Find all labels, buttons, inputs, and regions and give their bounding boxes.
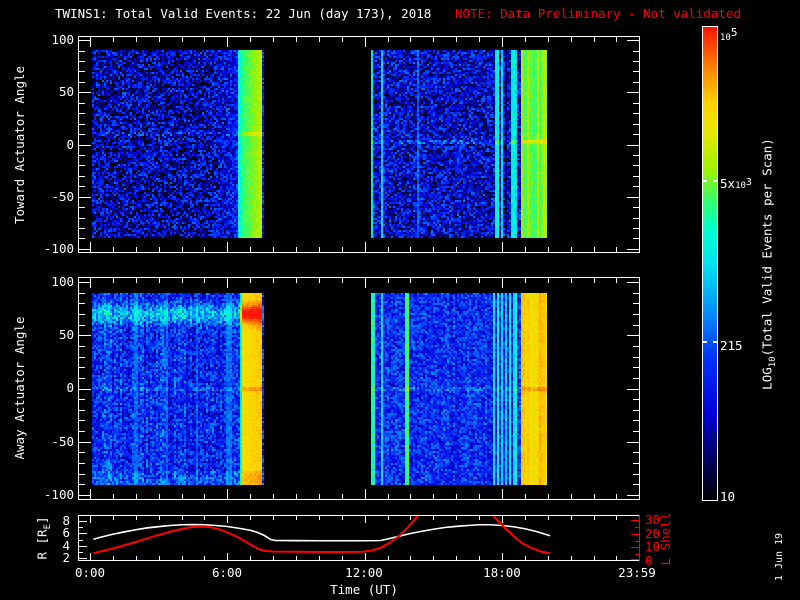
- toward-ytick-0: 0: [66, 137, 74, 152]
- toward-ytick-m100: -100: [43, 241, 74, 256]
- xtick-1200: 12:00: [345, 565, 383, 580]
- date-stamp: 1 Jun 19: [774, 532, 785, 582]
- l-shell-axis-label: L Shell: [658, 512, 673, 566]
- away-ytick-100: 100: [51, 274, 74, 289]
- colorbar: [702, 26, 718, 501]
- away-ytick-m50: -50: [51, 434, 74, 449]
- away-ytick-50: 50: [58, 327, 74, 342]
- xtick-0000: 0:00: [74, 565, 106, 580]
- r-axis-label: R [RE]: [34, 516, 53, 560]
- orbit-line-panel: [78, 515, 640, 561]
- xtick-1800: 18:00: [483, 565, 521, 580]
- plot-area: { "title": "TWINS1: Total Valid Events: …: [0, 0, 800, 600]
- colorbar-tick-1e5: 105: [720, 26, 738, 43]
- away-ytick-0: 0: [66, 380, 74, 395]
- colorbar-tick-215: 215: [720, 338, 743, 353]
- away-ytick-m100: -100: [43, 487, 74, 502]
- colorbar-tick-10: 10: [720, 489, 736, 504]
- toward-ytick-50: 50: [58, 84, 74, 99]
- xtick-2359: 23:59: [618, 565, 656, 580]
- toward-ytick-m50: -50: [51, 189, 74, 204]
- colorbar-tick-5e3: 5x103: [720, 176, 752, 192]
- toward-y-axis-label: Toward Actuator Angle: [12, 65, 27, 225]
- x-axis-label: Time (UT): [330, 582, 398, 597]
- colorbar-title: LOG10(Total Valid Events per Scan): [759, 138, 778, 390]
- preliminary-note: NOTE: Data Preliminary - Not validated: [455, 6, 741, 21]
- away-y-axis-label: Away Actuator Angle: [12, 316, 27, 460]
- xtick-0600: 6:00: [211, 565, 243, 580]
- toward-spectrogram-panel: [78, 36, 640, 253]
- toward-ytick-100: 100: [51, 32, 74, 47]
- page-title: TWINS1: Total Valid Events: 22 Jun (day …: [55, 6, 432, 21]
- away-spectrogram-panel: [78, 277, 640, 500]
